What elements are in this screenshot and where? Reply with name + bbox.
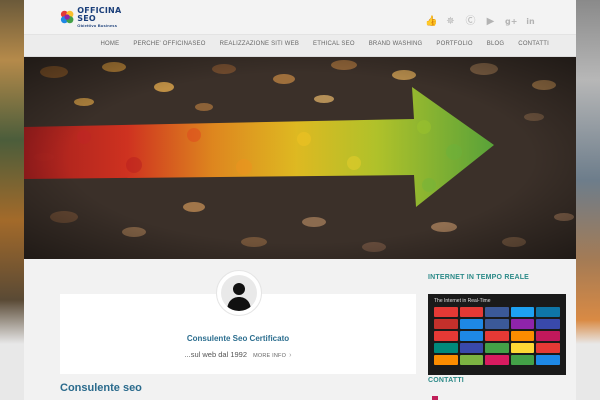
- more-info-link[interactable]: MORE INFO: [253, 353, 286, 359]
- widget-tile: [485, 331, 509, 341]
- page-frame: OFFICINA SEO Obiettivo Business 👍 ✵ Ⓒ ▶ …: [24, 0, 576, 400]
- site-header: OFFICINA SEO Obiettivo Business 👍 ✵ Ⓒ ▶ …: [24, 0, 576, 35]
- avatar-image: [221, 275, 257, 311]
- nav-item-perche[interactable]: PERCHE' OFFICINASEO: [126, 41, 212, 47]
- widget-tile: [510, 307, 535, 317]
- widget-tile: [536, 343, 560, 353]
- widget-tile: [434, 319, 458, 329]
- widget-caption: The Internet in Real-Time: [434, 298, 491, 304]
- widget-tile: [434, 331, 458, 341]
- widget-tile: [510, 319, 535, 329]
- widget-tile: [434, 355, 458, 365]
- logo-name: OFFICINA SEO: [77, 5, 122, 23]
- linkedin-icon[interactable]: in: [525, 17, 536, 27]
- widget-tile: [510, 331, 535, 341]
- widget-tile: [459, 307, 484, 317]
- logo-mark-icon: [60, 10, 74, 24]
- logo-tagline: Obiettivo Business: [77, 22, 118, 28]
- widget-tile: [485, 355, 509, 365]
- widget-tile: [485, 343, 509, 353]
- widget-tile: [536, 307, 560, 317]
- nav-item-brand-washing[interactable]: BRAND WASHING: [362, 41, 430, 47]
- background-right: [576, 0, 600, 400]
- contacts-marker: [432, 396, 438, 400]
- chevron-right-icon[interactable]: ›: [289, 352, 291, 359]
- widget-tile: [434, 307, 458, 317]
- google-plus-icon[interactable]: g+: [505, 17, 517, 27]
- contacts-title: CONTATTI: [428, 377, 464, 384]
- hero-leaves-arrow-image: [24, 57, 576, 259]
- nav-item-contatti[interactable]: CONTATTI: [511, 41, 556, 47]
- card-title: Consulente Seo Certificato: [186, 334, 290, 343]
- internet-realtime-widget[interactable]: The Internet in Real-Time: [428, 294, 566, 375]
- widget-tile: [459, 319, 484, 329]
- section-title: Consulente seo: [60, 382, 142, 394]
- skype-icon[interactable]: Ⓒ: [465, 17, 476, 27]
- card-subtitle-row: ...sul web dal 1992 MORE INFO ›: [60, 350, 416, 359]
- thumbs-up-icon[interactable]: 👍: [425, 17, 437, 27]
- widget-tile: [536, 355, 560, 365]
- card-subtitle: ...sul web dal 1992: [184, 350, 248, 359]
- content-area: Consulente Seo Certificato ...sul web da…: [24, 259, 576, 400]
- nav-item-realizzazione[interactable]: REALIZZAZIONE SITI WEB: [213, 41, 306, 47]
- nav-item-portfolio[interactable]: PORTFOLIO: [429, 41, 479, 47]
- widget-tile: [459, 343, 484, 353]
- person-silhouette-icon: [227, 283, 251, 311]
- widget-tile: [434, 343, 458, 353]
- avatar[interactable]: [216, 270, 262, 316]
- widget-tiles: [434, 307, 560, 365]
- site-logo[interactable]: OFFICINA SEO Obiettivo Business: [60, 5, 136, 28]
- background-left: [0, 0, 24, 400]
- widget-tile: [485, 319, 509, 329]
- widget-tile: [459, 355, 484, 365]
- nav-item-home[interactable]: HOME: [94, 41, 127, 47]
- widget-tile: [510, 355, 535, 365]
- widget-tile: [536, 331, 560, 341]
- nav-item-ethical-seo[interactable]: ETHICAL SEO: [306, 41, 362, 47]
- widget-tile: [485, 307, 509, 317]
- widget-tile: [459, 331, 484, 341]
- widget-tile: [510, 343, 535, 353]
- widget-tile: [536, 319, 560, 329]
- hero-banner: [24, 57, 576, 259]
- social-links: 👍 ✵ Ⓒ ▶ g+ in: [425, 17, 536, 27]
- main-nav: HOME PERCHE' OFFICINASEO REALIZZAZIONE S…: [24, 35, 576, 57]
- widget-title: INTERNET IN TEMPO REALE: [428, 274, 530, 281]
- youtube-icon[interactable]: ▶: [485, 17, 496, 27]
- nav-item-blog[interactable]: BLOG: [480, 41, 511, 47]
- twitter-icon[interactable]: ✵: [445, 17, 456, 27]
